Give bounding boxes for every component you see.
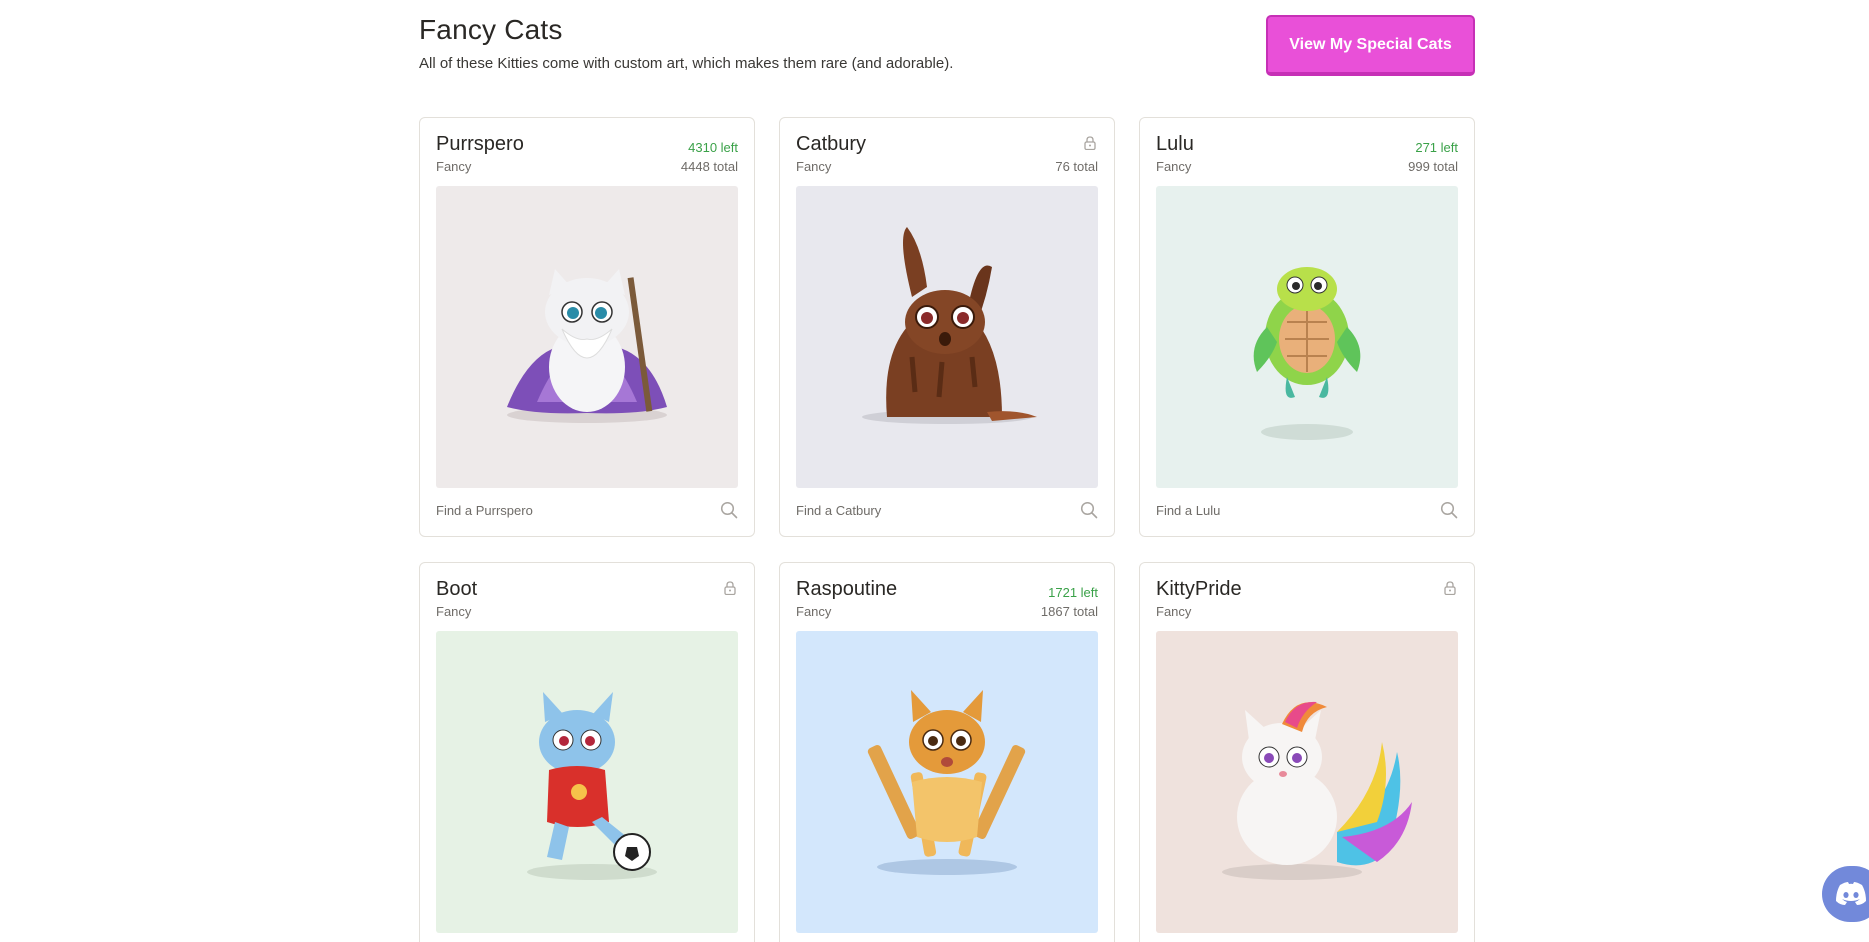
page-subtitle: All of these Kitties come with custom ar… xyxy=(419,55,954,72)
cat-art[interactable] xyxy=(436,186,738,488)
french-fries-cat-art xyxy=(867,690,1026,875)
remaining-count: 1721 left xyxy=(1048,585,1098,600)
cat-art[interactable] xyxy=(1156,186,1458,488)
remaining-count: 4310 left xyxy=(688,140,738,155)
discord-button[interactable] xyxy=(1822,866,1869,922)
total-count: 4448 total xyxy=(680,159,738,174)
remaining-count: 271 left xyxy=(1415,140,1458,155)
cat-type: Fancy xyxy=(436,604,472,619)
header: Fancy Cats All of these Kitties come wit… xyxy=(419,0,1475,117)
cat-type: Fancy xyxy=(436,159,472,174)
search-icon[interactable] xyxy=(720,501,738,519)
discord-icon xyxy=(1836,882,1866,905)
cat-name: Catbury xyxy=(796,133,867,155)
soccer-cat-art xyxy=(527,692,657,880)
cat-grid: Purrspero Fancy 4310 left 4448 total Find a… xyxy=(419,117,1475,942)
wizard-cat-art xyxy=(507,269,667,423)
cat-type: Fancy xyxy=(1156,159,1192,174)
page-title: Fancy Cats xyxy=(419,14,563,45)
lock-icon xyxy=(1084,136,1096,150)
lock-icon xyxy=(1444,581,1456,595)
chocolate-bunny-cat-art xyxy=(862,227,1037,424)
cat-art[interactable] xyxy=(796,186,1098,488)
cat-type: Fancy xyxy=(796,604,832,619)
page: Fancy Cats All of these Kitties come wit… xyxy=(419,0,1475,942)
cat-name: Lulu xyxy=(1156,133,1194,155)
cat-name: Boot xyxy=(436,578,478,600)
rainbow-cat-art xyxy=(1222,701,1412,880)
cat-name: Purrspero xyxy=(436,133,524,155)
view-special-cats-button[interactable]: View My Special Cats xyxy=(1266,15,1475,76)
cat-card[interactable]: KittyPrideFancy Find a KittyPride xyxy=(1139,562,1475,942)
cat-art[interactable] xyxy=(796,631,1098,933)
find-cat-link[interactable]: Find a Purrspero xyxy=(436,503,533,518)
find-cat-link[interactable]: Find a Lulu xyxy=(1156,503,1220,518)
cat-name: KittyPride xyxy=(1156,578,1242,600)
find-cat-link[interactable]: Find a Catbury xyxy=(796,503,881,518)
search-icon[interactable] xyxy=(1080,501,1098,519)
total-count: 76 total xyxy=(1055,159,1098,174)
cat-card[interactable]: Purrspero Fancy 4310 left 4448 total Find a… xyxy=(419,117,755,537)
cat-card[interactable]: Catbury Fancy 76 total Find a Catbury xyxy=(779,117,1115,537)
cat-type: Fancy xyxy=(1156,604,1192,619)
cat-art[interactable] xyxy=(436,631,738,933)
cat-art[interactable] xyxy=(1156,631,1458,933)
cat-card[interactable]: RaspoutineFancy1721 left1867 total Find … xyxy=(779,562,1115,942)
total-count: 999 total xyxy=(1408,159,1458,174)
cat-card[interactable]: Lulu Fancy 271 left 999 total Find a Lulu xyxy=(1139,117,1475,537)
search-icon[interactable] xyxy=(1440,501,1458,519)
cat-type: Fancy xyxy=(796,159,832,174)
total-count: 1867 total xyxy=(1040,604,1098,619)
cat-card[interactable]: BootFancy Find a Boot xyxy=(419,562,755,942)
lock-icon xyxy=(724,581,736,595)
turtle-cat-art xyxy=(1253,267,1361,440)
cat-name: Raspoutine xyxy=(796,578,898,600)
